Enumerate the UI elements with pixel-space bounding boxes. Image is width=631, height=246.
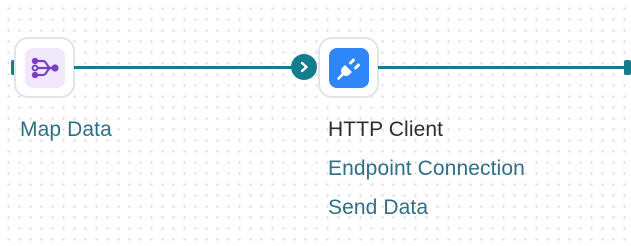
- flow-canvas: Map Data HTTP Client Endpoint Connection…: [0, 0, 631, 246]
- endpoint-connection-link[interactable]: Endpoint Connection: [328, 156, 525, 182]
- map-data-label[interactable]: Map Data: [20, 117, 112, 143]
- map-data-icon-tile: [24, 47, 65, 88]
- chevron-right-icon: [300, 61, 308, 73]
- send-data-link[interactable]: Send Data: [328, 195, 428, 221]
- outgoing-connector-stub: [624, 60, 631, 75]
- map-data-icon: [31, 57, 59, 78]
- connector-line: [378, 66, 631, 69]
- map-data-step[interactable]: [14, 37, 75, 98]
- connector-line: [74, 66, 300, 69]
- http-client-step[interactable]: [318, 37, 379, 98]
- plug-icon: [336, 57, 360, 80]
- add-step-button[interactable]: [291, 54, 317, 80]
- http-client-icon-tile: [328, 47, 369, 88]
- http-client-label[interactable]: HTTP Client: [328, 117, 443, 143]
